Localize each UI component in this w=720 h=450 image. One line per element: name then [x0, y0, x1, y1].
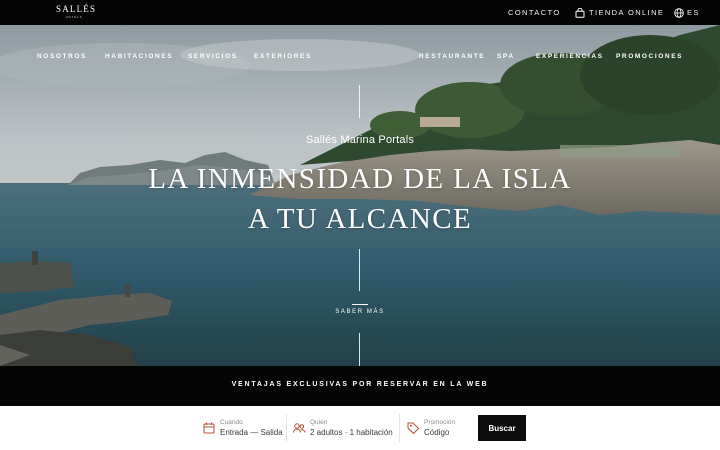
calendar-icon [203, 422, 215, 434]
booking-separator-2 [399, 414, 400, 442]
dates-field[interactable]: Cuándo Entrada — Salida [202, 413, 283, 443]
hotel-name: Sallés Marina Portals [305, 134, 415, 146]
language-label: ES [687, 8, 700, 17]
people-icon [293, 423, 306, 433]
headline-line-1: LA INMENSIDAD DE LA ISLA [148, 163, 572, 195]
logo-text: SALLÉS [56, 4, 97, 14]
guests-label: Quién [310, 419, 328, 426]
language-selector[interactable]: ES [674, 7, 700, 18]
contact-link[interactable]: CONTACTO [508, 7, 561, 18]
web-advantages-text: VENTAJAS EXCLUSIVAS POR RESERVAR EN LA W… [231, 381, 489, 388]
promo-value: Código [424, 428, 450, 437]
divider-line-bottom [359, 333, 360, 366]
nav-item-servicios[interactable]: SERVICIOS [188, 53, 238, 60]
globe-icon [674, 7, 684, 18]
nav-item-experiencias[interactable]: EXPERIENCIAS [536, 53, 604, 60]
divider-line-middle [359, 249, 360, 291]
nav-item-nosotros[interactable]: NOSOTROS [37, 53, 87, 60]
hero-headline: LA INMENSIDAD DE LA ISLA A TU ALCANCE [0, 159, 720, 239]
nav-item-promociones[interactable]: PROMOCIONES [616, 53, 683, 60]
nav-item-restaurante[interactable]: RESTAURANTE [419, 53, 485, 60]
online-shop-link[interactable]: TIENDA ONLINE [575, 7, 664, 18]
guests-field[interactable]: Quién 2 adultos · 1 habitación [292, 413, 393, 443]
promo-label: Promoción [424, 419, 456, 426]
saber-mas-link[interactable]: SABER MÁS [330, 304, 390, 315]
nav-item-spa[interactable]: SPA [497, 53, 515, 60]
saber-mas-dash [352, 304, 368, 305]
guests-value: 2 adultos · 1 habitación [310, 428, 393, 437]
logo[interactable]: SALLÉS HOTELS [56, 4, 97, 19]
dates-value: Entrada — Salida [220, 428, 283, 437]
search-button[interactable]: Buscar [478, 415, 526, 441]
top-bar: SALLÉS HOTELS CONTACTO TIENDA ONLINE ES [0, 0, 720, 25]
hero: NOSOTROS HABITACIONES SERVICIOS EXTERIOR… [0, 25, 720, 366]
logo-subtext: HOTELS [65, 15, 83, 19]
bag-icon [575, 7, 585, 18]
nav-item-habitaciones[interactable]: HABITACIONES [105, 53, 173, 60]
promo-code-field[interactable]: Promoción Código [406, 413, 455, 443]
booking-bar: Cuándo Entrada — Salida Quién 2 adultos … [0, 406, 720, 450]
online-shop-label: TIENDA ONLINE [589, 8, 665, 17]
headline-line-2: A TU ALCANCE [247, 203, 473, 235]
tag-icon [407, 422, 419, 434]
dates-label: Cuándo [220, 419, 243, 426]
saber-mas-label: SABER MÁS [335, 309, 385, 315]
divider-line-top [359, 85, 360, 118]
web-advantages-banner[interactable]: VENTAJAS EXCLUSIVAS POR RESERVAR EN LA W… [0, 366, 720, 406]
booking-separator-1 [286, 414, 287, 442]
nav-item-exteriores[interactable]: EXTERIORES [254, 53, 312, 60]
